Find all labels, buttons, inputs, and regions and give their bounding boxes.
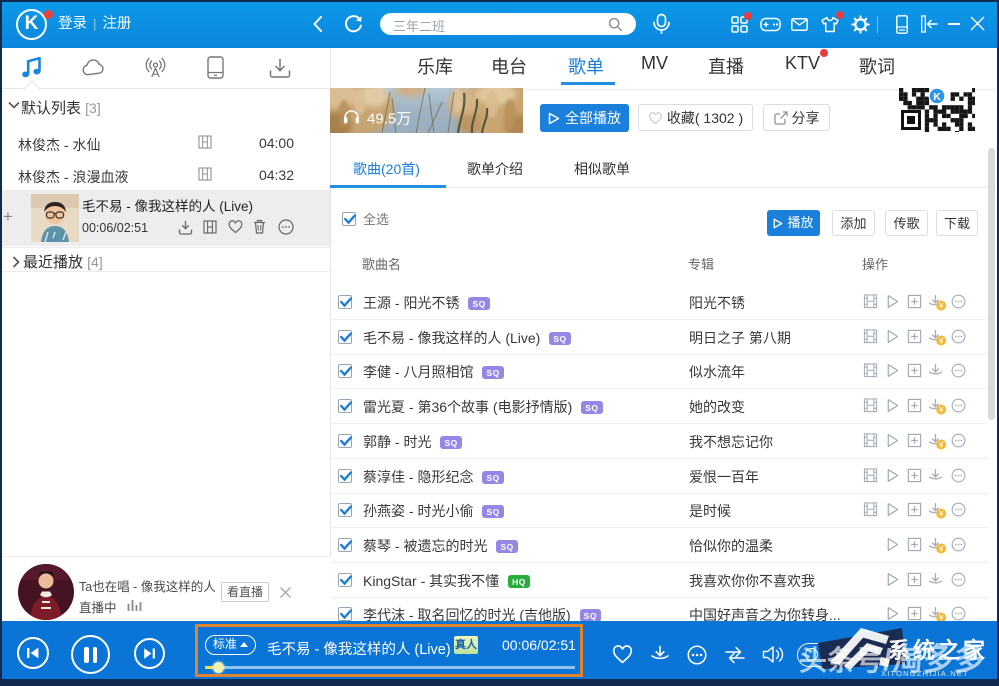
- svg-text:K: K: [933, 91, 941, 103]
- svg-text:49.5万: 49.5万: [367, 111, 411, 128]
